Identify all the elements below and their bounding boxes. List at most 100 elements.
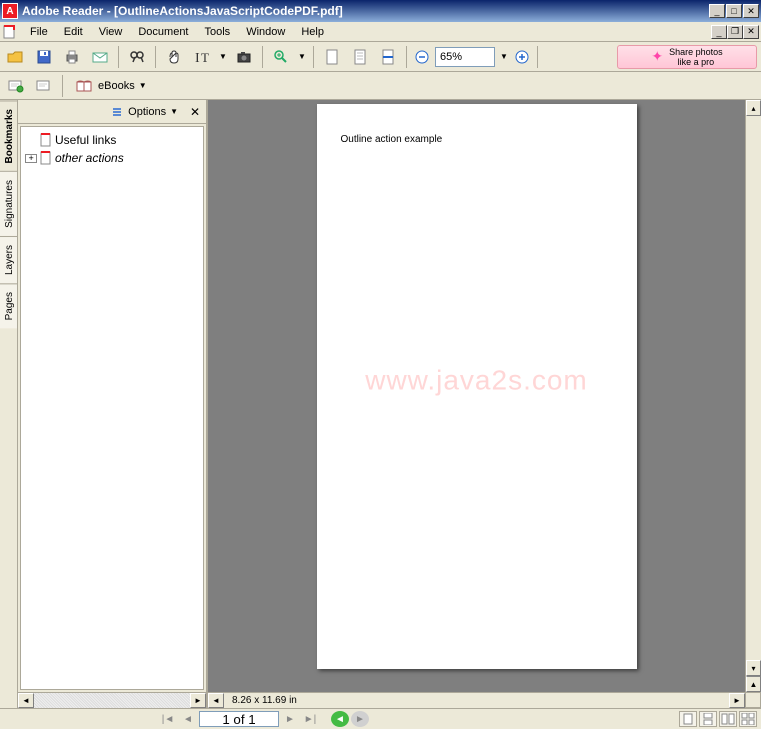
- save-button[interactable]: [32, 45, 56, 69]
- tab-signatures[interactable]: Signatures: [0, 171, 17, 236]
- toolbar-separator: [62, 75, 63, 97]
- minimize-button[interactable]: _: [709, 4, 725, 18]
- titlebar: A Adobe Reader - [OutlineActionsJavaScri…: [0, 0, 761, 22]
- watermark: www.java2s.com: [365, 364, 588, 396]
- bookmark-item[interactable]: Useful links: [25, 131, 199, 149]
- fit-page-button[interactable]: [348, 45, 372, 69]
- secure-button[interactable]: [32, 74, 56, 98]
- search-button[interactable]: [125, 45, 149, 69]
- bookmark-pdf-icon: [39, 151, 53, 165]
- app-icon: A: [2, 3, 18, 19]
- main-area: Bookmarks Signatures Layers Pages Option…: [0, 100, 761, 708]
- mdi-minimize-button[interactable]: _: [711, 25, 727, 39]
- select-text-button[interactable]: IT: [190, 45, 214, 69]
- maximize-button[interactable]: □: [726, 4, 742, 18]
- facing-view-button[interactable]: [719, 711, 737, 727]
- menu-help[interactable]: Help: [293, 24, 332, 40]
- toolbar-separator: [537, 46, 538, 68]
- title-text: Adobe Reader - [OutlineActionsJavaScript…: [22, 4, 709, 18]
- panel-close-button[interactable]: ✕: [188, 105, 202, 119]
- snapshot-button[interactable]: [232, 45, 256, 69]
- page-number-input[interactable]: [199, 711, 279, 727]
- continuous-view-button[interactable]: [699, 711, 717, 727]
- toolbar-separator: [155, 46, 156, 68]
- menu-document[interactable]: Document: [130, 24, 196, 40]
- continuous-facing-view-button[interactable]: [739, 711, 757, 727]
- mdi-restore-button[interactable]: ❐: [727, 25, 743, 39]
- statusbar: |◄ ◄ ► ►| ◄ ►: [0, 708, 761, 729]
- share-photos-button[interactable]: ✦ Share photoslike a pro: [617, 45, 757, 69]
- close-button[interactable]: ✕: [743, 4, 759, 18]
- mdi-close-button[interactable]: ✕: [743, 25, 759, 39]
- last-page-button[interactable]: ►|: [301, 711, 319, 727]
- ebooks-button[interactable]: eBooks ▼: [69, 75, 154, 97]
- zoom-plus-button[interactable]: [513, 45, 531, 69]
- page-nav-group: |◄ ◄ ► ►| ◄ ►: [159, 711, 369, 727]
- bookmark-pdf-icon: [39, 133, 53, 147]
- page-content-text: Outline action example: [341, 134, 613, 145]
- menu-file[interactable]: File: [22, 24, 56, 40]
- next-page-button[interactable]: ►: [281, 711, 299, 727]
- history-back-button[interactable]: ◄: [331, 711, 349, 727]
- scroll-up-button[interactable]: ▴: [746, 100, 761, 116]
- document-area: Outline action example www.java2s.com ▴ …: [208, 100, 761, 708]
- zoom-input[interactable]: [435, 47, 495, 67]
- bookmark-label: other actions: [55, 151, 124, 165]
- zoom-select-dropdown[interactable]: ▼: [499, 45, 509, 69]
- view-mode-group: [679, 711, 757, 727]
- tab-layers[interactable]: Layers: [0, 236, 17, 283]
- document-vscrollbar[interactable]: ▴ ▾ ▲ ▼: [745, 100, 761, 708]
- bookmarks-header: Options ▼ ✕: [18, 100, 206, 124]
- select-dropdown[interactable]: ▼: [218, 45, 228, 69]
- menu-edit[interactable]: Edit: [56, 24, 91, 40]
- bookmark-item[interactable]: + other actions: [25, 149, 199, 167]
- scroll-right-button[interactable]: ►: [190, 693, 206, 708]
- scroll-left-button[interactable]: ◄: [18, 693, 34, 708]
- svg-text:I: I: [195, 51, 200, 65]
- actual-size-button[interactable]: [320, 45, 344, 69]
- menu-view[interactable]: View: [91, 24, 131, 40]
- star-icon: ✦: [651, 48, 663, 65]
- zoom-dropdown[interactable]: ▼: [297, 45, 307, 69]
- side-tabs: Bookmarks Signatures Layers Pages: [0, 100, 18, 708]
- tab-bookmarks[interactable]: Bookmarks: [0, 100, 17, 171]
- expand-button[interactable]: +: [25, 154, 37, 163]
- zoom-in-button[interactable]: [269, 45, 293, 69]
- panel-hscrollbar[interactable]: ◄ ►: [18, 692, 206, 708]
- scroll-down-button[interactable]: ▾: [746, 660, 761, 676]
- menu-window[interactable]: Window: [238, 24, 293, 40]
- secondary-toolbar: eBooks ▼: [0, 72, 761, 100]
- hand-tool-button[interactable]: [162, 45, 186, 69]
- document-canvas[interactable]: Outline action example www.java2s.com: [208, 100, 745, 692]
- bookmark-label: Useful links: [55, 133, 116, 147]
- page-dimensions: 8.26 x 11.69 in: [224, 695, 305, 706]
- first-page-button[interactable]: |◄: [159, 711, 177, 727]
- toolbar-separator: [406, 46, 407, 68]
- bookmarks-panel: Options ▼ ✕ Useful links + other actions…: [18, 100, 208, 708]
- menubar: File Edit View Document Tools Window Hel…: [0, 22, 761, 42]
- options-menu-button[interactable]: Options ▼: [108, 104, 182, 120]
- main-toolbar: IT ▼ ▼ ▼ ✦ Share photoslike a pro: [0, 42, 761, 72]
- open-button[interactable]: [4, 45, 28, 69]
- prev-page-button[interactable]: ◄: [179, 711, 197, 727]
- print-button[interactable]: [60, 45, 84, 69]
- options-icon: [112, 106, 124, 118]
- tab-pages[interactable]: Pages: [0, 283, 17, 328]
- ebooks-label: eBooks: [98, 80, 135, 92]
- email-button[interactable]: [88, 45, 112, 69]
- scroll-corner: [745, 692, 761, 708]
- review-button[interactable]: [4, 74, 28, 98]
- bookmarks-tree: Useful links + other actions: [20, 126, 204, 690]
- page-up-button[interactable]: ▲: [746, 676, 761, 692]
- ebooks-icon: [76, 78, 94, 94]
- menu-tools[interactable]: Tools: [197, 24, 239, 40]
- history-forward-button[interactable]: ►: [351, 711, 369, 727]
- scroll-left-button[interactable]: ◄: [208, 693, 224, 708]
- scroll-right-button[interactable]: ►: [729, 693, 745, 708]
- fit-width-button[interactable]: [376, 45, 400, 69]
- toolbar-separator: [262, 46, 263, 68]
- svg-text:T: T: [201, 50, 209, 65]
- zoom-out-button[interactable]: [413, 45, 431, 69]
- pdf-doc-icon: [2, 24, 18, 40]
- single-page-view-button[interactable]: [679, 711, 697, 727]
